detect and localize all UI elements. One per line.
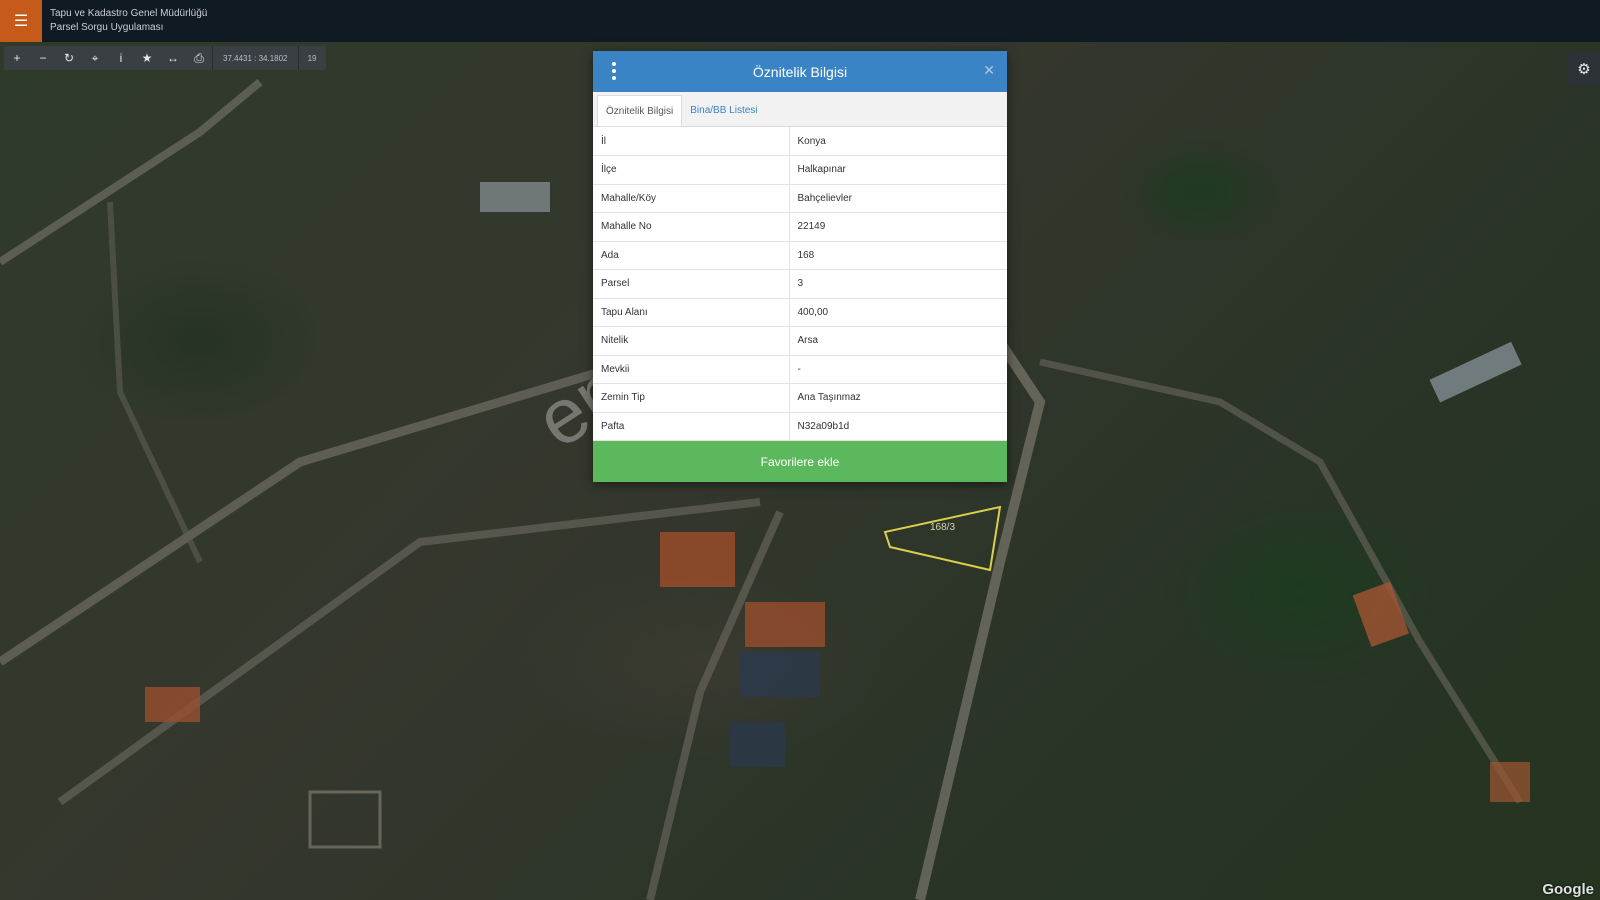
coordinates-readout: 37.4431 : 34.1802	[212, 46, 298, 70]
attribute-key: İl	[593, 127, 790, 156]
close-icon[interactable]: ✕	[983, 62, 995, 79]
table-row: İl Konya	[593, 127, 1007, 156]
attribute-key: Pafta	[593, 412, 790, 441]
tab-attribute-info[interactable]: Öznitelik Bilgisi	[597, 95, 683, 126]
info-icon[interactable]: i	[108, 46, 134, 70]
hamburger-menu-icon[interactable]: ☰	[0, 0, 42, 42]
zoom-in-icon[interactable]: +	[4, 46, 30, 70]
attribute-value: 400,00	[789, 298, 1007, 327]
settings-gear-icon[interactable]: ⚙	[1568, 52, 1600, 86]
tab-building-list[interactable]: Bina/BB Listesi	[682, 95, 765, 126]
table-row: Ada 168	[593, 241, 1007, 270]
attribute-key: Parsel	[593, 269, 790, 299]
attribute-value: N32a09b1d	[789, 412, 1007, 441]
attribute-value: Konya	[789, 127, 1007, 156]
attribute-key: Tapu Alanı	[593, 298, 790, 327]
measure-icon[interactable]: ↔	[160, 46, 186, 70]
table-row: Nitelik Arsa	[593, 326, 1007, 356]
kebab-menu-icon[interactable]	[607, 61, 621, 81]
table-row: Zemin Tip Ana Taşınmaz	[593, 383, 1007, 413]
attribute-value: Bahçelievler	[789, 184, 1007, 213]
table-row: Tapu Alanı 400,00	[593, 298, 1007, 327]
star-icon[interactable]: ★	[134, 46, 160, 70]
attribute-value: 22149	[789, 212, 1007, 242]
attribute-key: İlçe	[593, 155, 790, 185]
attribute-value: Halkapınar	[789, 155, 1007, 185]
attribute-key: Mevkii	[593, 355, 790, 384]
app-title: Tapu ve Kadastro Genel Müdürlüğü Parsel …	[50, 7, 207, 35]
table-row: Mahalle/Köy Bahçelievler	[593, 184, 1007, 213]
attribute-table: İl Konya İlçe Halkapınar Mahalle/Köy Bahçelie…	[593, 127, 1007, 441]
table-row: Mahalle No 22149	[593, 212, 1007, 242]
zoom-out-icon[interactable]: −	[30, 46, 56, 70]
top-bar: ☰ Tapu ve Kadastro Genel Müdürlüğü Parse…	[0, 0, 1600, 42]
attribute-key: Nitelik	[593, 326, 790, 356]
google-attribution: Google	[1542, 881, 1594, 898]
parcel-label: 168/3	[930, 522, 956, 533]
table-row: Mevkii -	[593, 355, 1007, 384]
attribute-value: -	[789, 355, 1007, 384]
modal-tabs: Öznitelik Bilgisi Bina/BB Listesi	[593, 92, 1007, 127]
modal-title: Öznitelik Bilgisi	[752, 63, 848, 80]
attribute-value: 168	[789, 241, 1007, 270]
print-icon[interactable]: ⎙	[186, 46, 212, 70]
attribute-value: 3	[789, 269, 1007, 299]
locate-icon[interactable]: ⌖	[82, 46, 108, 70]
table-row: İlçe Halkapınar	[593, 155, 1007, 185]
table-row: Pafta N32a09b1d	[593, 412, 1007, 441]
zoom-level-readout: 19	[297, 46, 326, 70]
refresh-icon[interactable]: ↻	[56, 46, 82, 70]
attribute-key: Mahalle No	[593, 212, 790, 242]
org-name: Tapu ve Kadastro Genel Müdürlüğü	[50, 8, 208, 19]
add-to-favorites-button[interactable]: Favorilere ekle	[593, 441, 1007, 482]
attribute-key: Mahalle/Köy	[593, 184, 790, 213]
attribute-key: Zemin Tip	[593, 383, 790, 413]
attribute-value: Ana Taşınmaz	[789, 383, 1007, 413]
attribute-value: Arsa	[789, 326, 1007, 356]
attribute-key: Ada	[593, 241, 790, 270]
app-name: Parsel Sorgu Uygulaması	[50, 22, 164, 33]
attribute-info-modal: Öznitelik Bilgisi ✕ Öznitelik Bilgisi Bi…	[593, 51, 1007, 482]
map-toolbar: + − ↻ ⌖ i ★ ↔ ⎙ 37.4431 : 34.1802 19	[4, 46, 326, 70]
modal-header: Öznitelik Bilgisi ✕	[593, 51, 1007, 92]
table-row: Parsel 3	[593, 269, 1007, 299]
